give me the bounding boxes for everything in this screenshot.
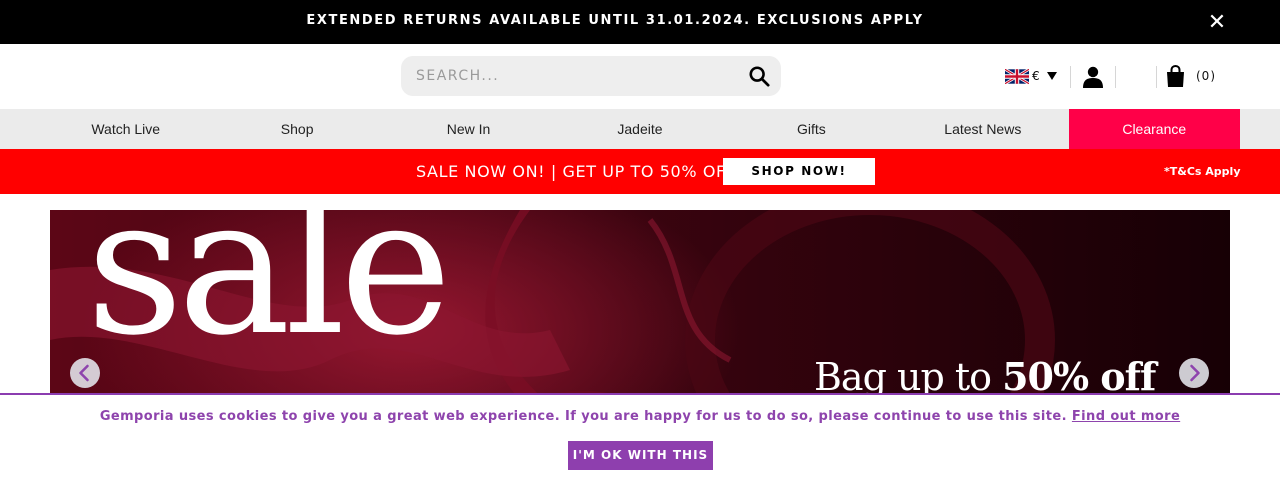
main-nav: Watch Live Shop New In Jadeite Gifts Lat… [0,109,1280,149]
find-out-more-link[interactable]: Find out more [1072,409,1180,424]
cookie-message: Gemporia uses cookies to give you a grea… [99,409,1067,424]
cookie-banner: Gemporia uses cookies to give you a grea… [0,393,1280,480]
nav-item-clearance[interactable]: Clearance [1068,109,1240,149]
shopping-bag-icon[interactable] [1166,65,1185,87]
accept-cookies-button[interactable]: I'M OK WITH THIS [568,441,713,470]
site-header: € (0) [0,44,1280,109]
chevron-right-icon [1190,364,1200,382]
nav-item-watch-live[interactable]: Watch Live [40,109,211,149]
promo-bar: SALE NOW ON! | GET UP TO 50% OFF SHOP NO… [0,149,1280,194]
caret-down-icon [1046,72,1057,80]
currency-selector[interactable]: € [1005,68,1057,84]
nav-item-jadeite[interactable]: Jadeite [554,109,725,149]
nav-item-latest-news[interactable]: Latest News [897,109,1068,149]
chevron-left-icon [79,364,89,382]
search-icon[interactable] [748,65,770,87]
header-divider [1070,66,1071,88]
announcement-text: EXTENDED RETURNS AVAILABLE UNTIL 31.01.2… [306,13,924,28]
search-input[interactable] [401,56,731,96]
hero-headline: sale [86,210,452,377]
search-box [401,56,781,96]
close-icon[interactable]: ✕ [1206,12,1228,34]
currency-label: € [1032,69,1040,83]
header-divider [1115,66,1116,88]
uk-flag-icon [1005,68,1029,84]
carousel-prev-button[interactable] [70,358,100,388]
nav-item-shop[interactable]: Shop [211,109,382,149]
shop-now-button[interactable]: SHOP NOW! [723,158,875,185]
nav-item-new-in[interactable]: New In [383,109,554,149]
terms-link[interactable]: *T&Cs Apply [1164,165,1241,178]
header-divider [1156,66,1157,88]
bag-count: (0) [1196,69,1216,83]
nav-item-gifts[interactable]: Gifts [726,109,897,149]
announcement-bar: EXTENDED RETURNS AVAILABLE UNTIL 31.01.2… [0,0,1280,44]
carousel-next-button[interactable] [1179,358,1209,388]
promo-text: SALE NOW ON! | GET UP TO 50% OFF [416,162,736,181]
user-icon[interactable] [1083,66,1103,88]
cookie-text: Gemporia uses cookies to give you a grea… [0,409,1280,424]
